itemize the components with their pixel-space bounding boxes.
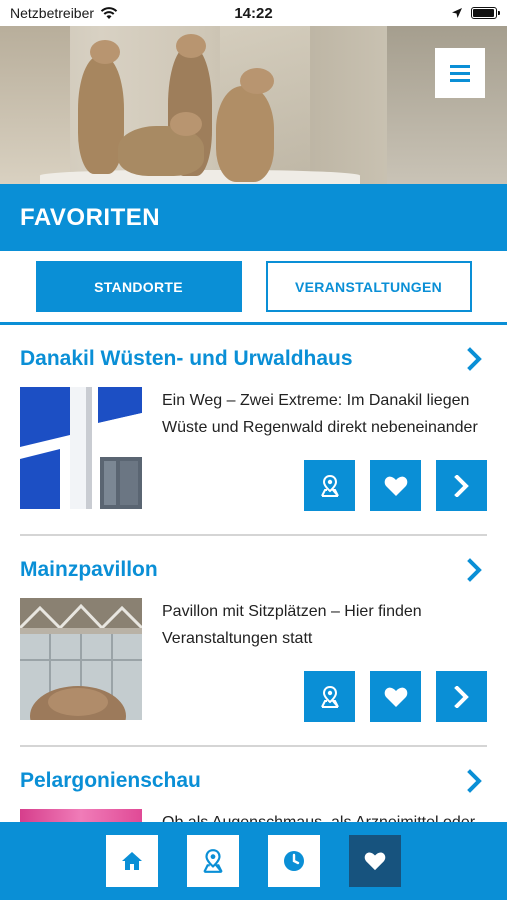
card-content: Ob als Augenschmaus, als Arzneimittel od… xyxy=(142,809,487,822)
list-item: Mainzpavillon Pavillon mit Sitzplätzen –… xyxy=(0,536,507,747)
clock-icon xyxy=(284,851,304,871)
map-pin-icon xyxy=(203,849,223,873)
card-body: Ob als Augenschmaus, als Arzneimittel od… xyxy=(20,809,487,822)
card-content: Pavillon mit Sitzplätzen – Hier finden V… xyxy=(142,598,487,722)
page-title: FAVORITEN xyxy=(20,203,161,231)
map-pin-icon xyxy=(320,474,339,497)
card-header[interactable]: Mainzpavillon xyxy=(20,556,487,584)
tab-bar: STANDORTE VERANSTALTUNGEN xyxy=(0,251,507,325)
list-item: Pelargonienschau Ob als Augenschmaus, al… xyxy=(0,747,507,822)
heart-icon xyxy=(384,687,407,707)
nav-schedule-button[interactable] xyxy=(268,835,320,887)
card-title[interactable]: Danakil Wüsten- und Urwaldhaus xyxy=(20,347,353,371)
status-bar: Netzbetreiber 14:22 xyxy=(0,0,507,26)
card-header[interactable]: Danakil Wüsten- und Urwaldhaus xyxy=(20,345,487,373)
meerkat-figure xyxy=(216,68,274,182)
card-description: Ob als Augenschmaus, als Arzneimittel od… xyxy=(162,809,487,822)
hero-image xyxy=(0,26,507,184)
card-title[interactable]: Pelargonienschau xyxy=(20,769,201,793)
heart-icon xyxy=(364,852,386,871)
card-content: Ein Weg – Zwei Extreme: Im Danakil liege… xyxy=(142,387,487,511)
location-arrow-icon xyxy=(452,8,462,18)
favorite-button[interactable] xyxy=(370,460,421,511)
chevron-right-icon[interactable] xyxy=(463,558,487,582)
card-thumbnail xyxy=(20,598,142,720)
map-pin-icon xyxy=(320,685,339,708)
chevron-right-icon xyxy=(453,474,469,497)
card-thumbnail xyxy=(20,809,142,822)
menu-button[interactable] xyxy=(435,48,485,98)
nav-home-button[interactable] xyxy=(106,835,158,887)
home-icon xyxy=(122,852,142,870)
hamburger-menu-icon xyxy=(450,64,470,68)
card-description: Ein Weg – Zwei Extreme: Im Danakil liege… xyxy=(162,392,478,436)
hero-rock xyxy=(0,26,70,184)
chevron-right-icon[interactable] xyxy=(463,347,487,371)
list-item: Danakil Wüsten- und Urwaldhaus Ein Weg –… xyxy=(0,325,507,536)
page-header: FAVORITEN xyxy=(0,184,507,251)
show-on-map-button[interactable] xyxy=(304,460,355,511)
chevron-right-icon xyxy=(453,685,469,708)
details-button[interactable] xyxy=(436,671,487,722)
status-left: Netzbetreiber xyxy=(10,5,118,21)
nav-favorites-button[interactable] xyxy=(349,835,401,887)
card-actions xyxy=(162,460,487,511)
card-actions xyxy=(162,671,487,722)
tab-veranstaltungen[interactable]: VERANSTALTUNGEN xyxy=(265,261,472,312)
tab-standorte[interactable]: STANDORTE xyxy=(35,261,242,312)
details-button[interactable] xyxy=(436,460,487,511)
card-description: Pavillon mit Sitzplätzen – Hier finden V… xyxy=(162,603,422,647)
battery-icon xyxy=(471,7,500,19)
wifi-icon xyxy=(100,6,118,19)
heart-icon xyxy=(384,476,407,496)
bottom-navigation xyxy=(0,822,507,900)
favorite-button[interactable] xyxy=(370,671,421,722)
meerkat-figure xyxy=(118,112,204,176)
carrier-name: Netzbetreiber xyxy=(10,5,95,21)
hamburger-menu-icon xyxy=(450,71,470,75)
card-header[interactable]: Pelargonienschau xyxy=(20,767,487,795)
card-title[interactable]: Mainzpavillon xyxy=(20,558,158,582)
card-body: Pavillon mit Sitzplätzen – Hier finden V… xyxy=(20,598,487,722)
favorites-list[interactable]: Danakil Wüsten- und Urwaldhaus Ein Weg –… xyxy=(0,325,507,822)
nav-map-button[interactable] xyxy=(187,835,239,887)
card-thumbnail xyxy=(20,387,142,509)
chevron-right-icon[interactable] xyxy=(463,769,487,793)
status-right xyxy=(451,7,500,19)
show-on-map-button[interactable] xyxy=(304,671,355,722)
card-body: Ein Weg – Zwei Extreme: Im Danakil liege… xyxy=(20,387,487,511)
hamburger-menu-icon xyxy=(450,78,470,82)
